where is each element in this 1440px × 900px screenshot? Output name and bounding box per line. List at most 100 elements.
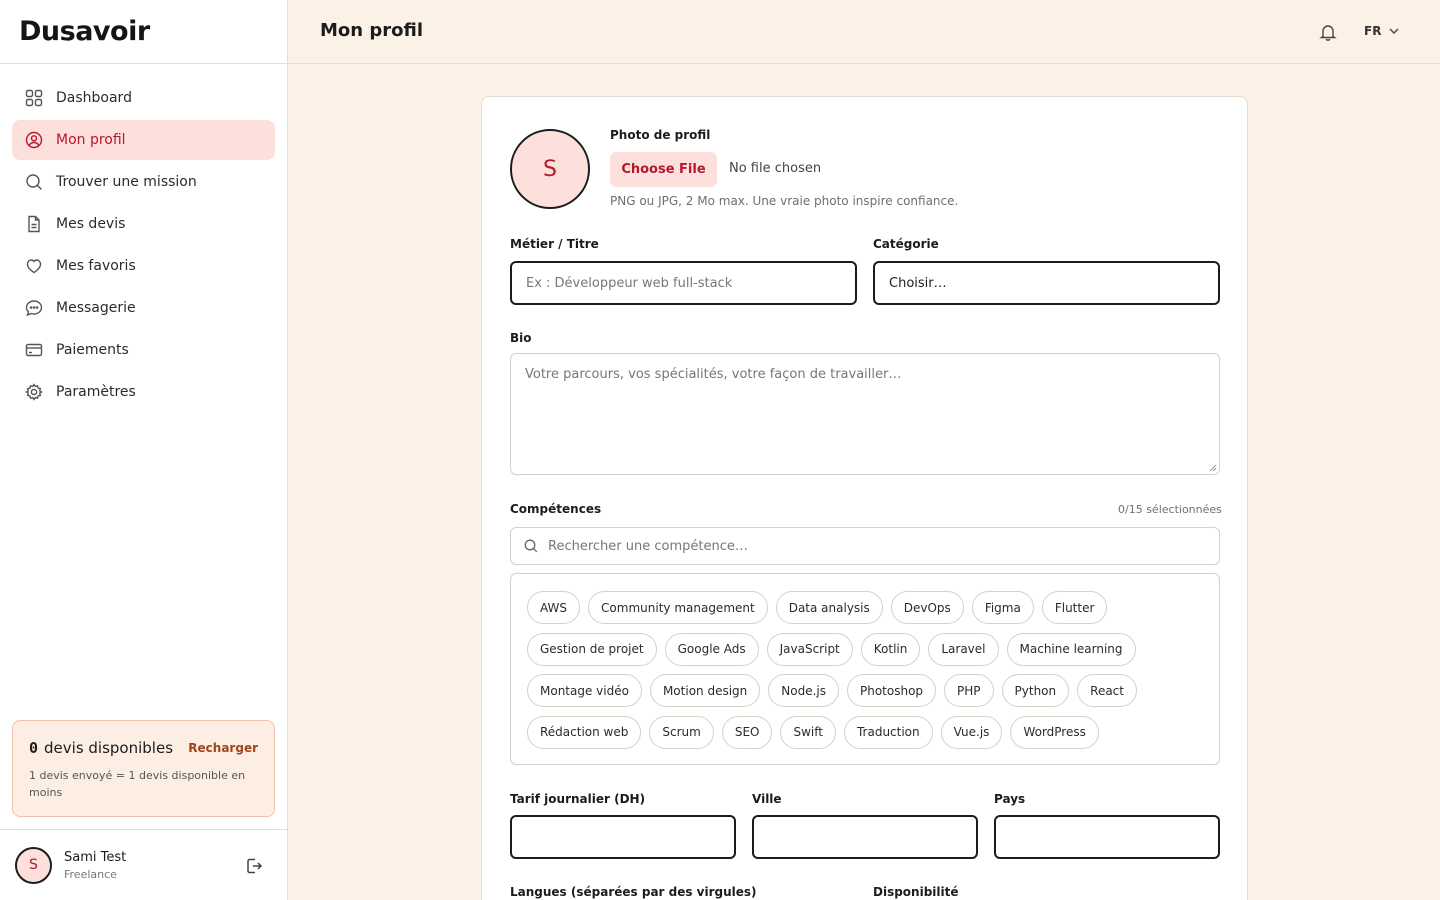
sidebar: Dusavoir Dashboard Mon profil Trouver un… [0,0,288,900]
skills-row: Gestion de projet Google Ads JavaScript … [527,632,1203,666]
sidebar-item-mon-profil[interactable]: Mon profil [12,120,275,160]
skill-chip[interactable]: Node.js [768,674,839,707]
language-selector[interactable]: FR [1364,24,1401,38]
skill-chip[interactable]: WordPress [1010,715,1099,749]
sidebar-item-paiements[interactable]: Paiements [12,330,275,370]
skill-chip[interactable]: Community management [588,591,768,624]
document-icon [28,215,40,233]
skill-chip[interactable]: Flutter [1041,591,1108,624]
daily-rate-input[interactable] [510,815,736,859]
choose-file-button[interactable]: Choose File [610,152,717,187]
skills-row: Montage vidéo Motion design Node.js Phot… [527,674,1203,707]
skills-search-input[interactable]: Rechercher une compétence… [510,527,1220,565]
skills-label: Compétences [510,502,602,516]
skills-row: Rédaction web Scrum SEO Swift Traduction… [527,715,1203,749]
skill-chip[interactable]: Rédaction web [527,715,642,749]
sidebar-item-label: Mes devis [56,216,126,232]
chat-icon [25,300,43,317]
sidebar-item-label: Paramètres [56,384,136,400]
avatar[interactable]: S [15,846,52,884]
gear-icon [25,383,43,401]
skill-chip[interactable]: Swift [780,715,836,749]
sidebar-item-dashboard[interactable]: Dashboard [12,78,275,118]
chevron-down-icon [1389,28,1399,34]
user-circle-icon [25,131,43,149]
user-box: S Sami Test Freelance [0,829,288,900]
skill-chip[interactable]: PHP [944,674,994,707]
sidebar-item-trouver-une-mission[interactable]: Trouver une mission [12,162,275,202]
resize-handle-icon[interactable] [1209,464,1217,472]
reload-button[interactable]: Recharger [188,741,258,755]
city-label: Ville [752,792,782,806]
logo-text: Dusavoir [19,16,150,47]
sidebar-item-mes-favoris[interactable]: Mes favoris [12,246,275,286]
skill-chip[interactable]: Gestion de projet [527,632,657,666]
search-icon [524,539,538,553]
skill-chip[interactable]: AWS [527,591,581,624]
heart-icon [26,259,42,274]
logout-icon[interactable] [244,856,264,876]
logo[interactable]: Dusavoir [0,0,287,64]
job-title-input[interactable]: Ex : Développeur web full-stack [510,261,857,305]
top-header: Mon profil FR [288,0,1440,64]
skills-chip-list: AWS Community management Data analysis D… [510,573,1220,765]
credit-card-icon [25,343,43,357]
sidebar-item-messagerie[interactable]: Messagerie [12,288,275,328]
skill-chip[interactable]: Kotlin [860,632,921,666]
sidebar-item-label: Mes favoris [56,258,136,274]
page-title: Mon profil [320,20,423,41]
photo-label: Photo de profil [610,128,711,142]
skill-chip[interactable]: Python [1001,674,1070,707]
search-icon [26,174,42,190]
sidebar-nav: Dashboard Mon profil Trouver une mission… [0,64,287,412]
languages-label: Langues (séparées par des virgules) [510,885,757,899]
skill-chip[interactable]: Google Ads [664,632,759,666]
grid-icon [25,89,43,107]
availability-label: Disponibilité [873,885,959,899]
file-status: No file chosen [729,161,822,176]
skill-chip[interactable]: SEO [721,715,773,749]
skill-chip[interactable]: Traduction [843,715,933,749]
sidebar-item-mes-devis[interactable]: Mes devis [12,204,275,244]
photo-hint: PNG ou JPG, 2 Mo max. Une vraie photo in… [610,194,959,208]
skill-chip[interactable]: Montage vidéo [527,674,642,707]
quota-count-text: 0 devis disponibles [29,739,173,757]
sidebar-item-label: Paiements [56,342,129,358]
category-value: Choisir… [889,275,947,291]
quota-card: 0 devis disponibles Recharger 1 devis env… [12,720,275,817]
skill-chip[interactable]: Figma [971,591,1034,624]
skill-chip[interactable]: DevOps [890,591,964,624]
language-code: FR [1364,24,1382,38]
country-label: Pays [994,792,1026,806]
skills-selected-count: 0/15 sélectionnées [1118,503,1222,516]
profile-form-card: S Photo de profil Choose File No file ch… [481,96,1248,900]
bio-label: Bio [510,331,532,345]
profile-photo-avatar: S [510,129,590,209]
skill-chip[interactable]: JavaScript [766,632,853,666]
category-label: Catégorie [873,237,939,251]
job-title-label: Métier / Titre [510,237,599,251]
city-input[interactable] [752,815,978,859]
skill-chip[interactable]: Vue.js [940,715,1003,749]
sidebar-item-label: Dashboard [56,90,132,106]
user-name: Sami Test [64,849,127,865]
quota-note: 1 devis envoyé = 1 devis disponible en m… [29,769,246,799]
skill-chip[interactable]: React [1077,674,1137,707]
quota-count: 0 [29,739,39,757]
skill-chip[interactable]: Data analysis [775,591,883,624]
skill-chip[interactable]: Scrum [649,715,714,749]
bio-textarea[interactable]: Votre parcours, vos spécialités, votre f… [510,353,1220,475]
skill-chip[interactable]: Laravel [928,632,999,666]
sidebar-item-label: Messagerie [56,300,136,316]
skills-row: AWS Community management Data analysis D… [527,591,1203,624]
skill-chip[interactable]: Photoshop [846,674,937,707]
bio-placeholder: Votre parcours, vos spécialités, votre f… [525,367,902,382]
category-select[interactable]: Choisir… [873,261,1220,305]
sidebar-item-label: Trouver une mission [56,174,197,190]
job-title-placeholder: Ex : Développeur web full-stack [526,275,733,291]
country-input[interactable] [994,815,1220,859]
bell-icon[interactable] [1318,22,1338,42]
skill-chip[interactable]: Machine learning [1006,632,1136,666]
sidebar-item-parametres[interactable]: Paramètres [12,372,275,412]
skill-chip[interactable]: Motion design [649,674,761,707]
